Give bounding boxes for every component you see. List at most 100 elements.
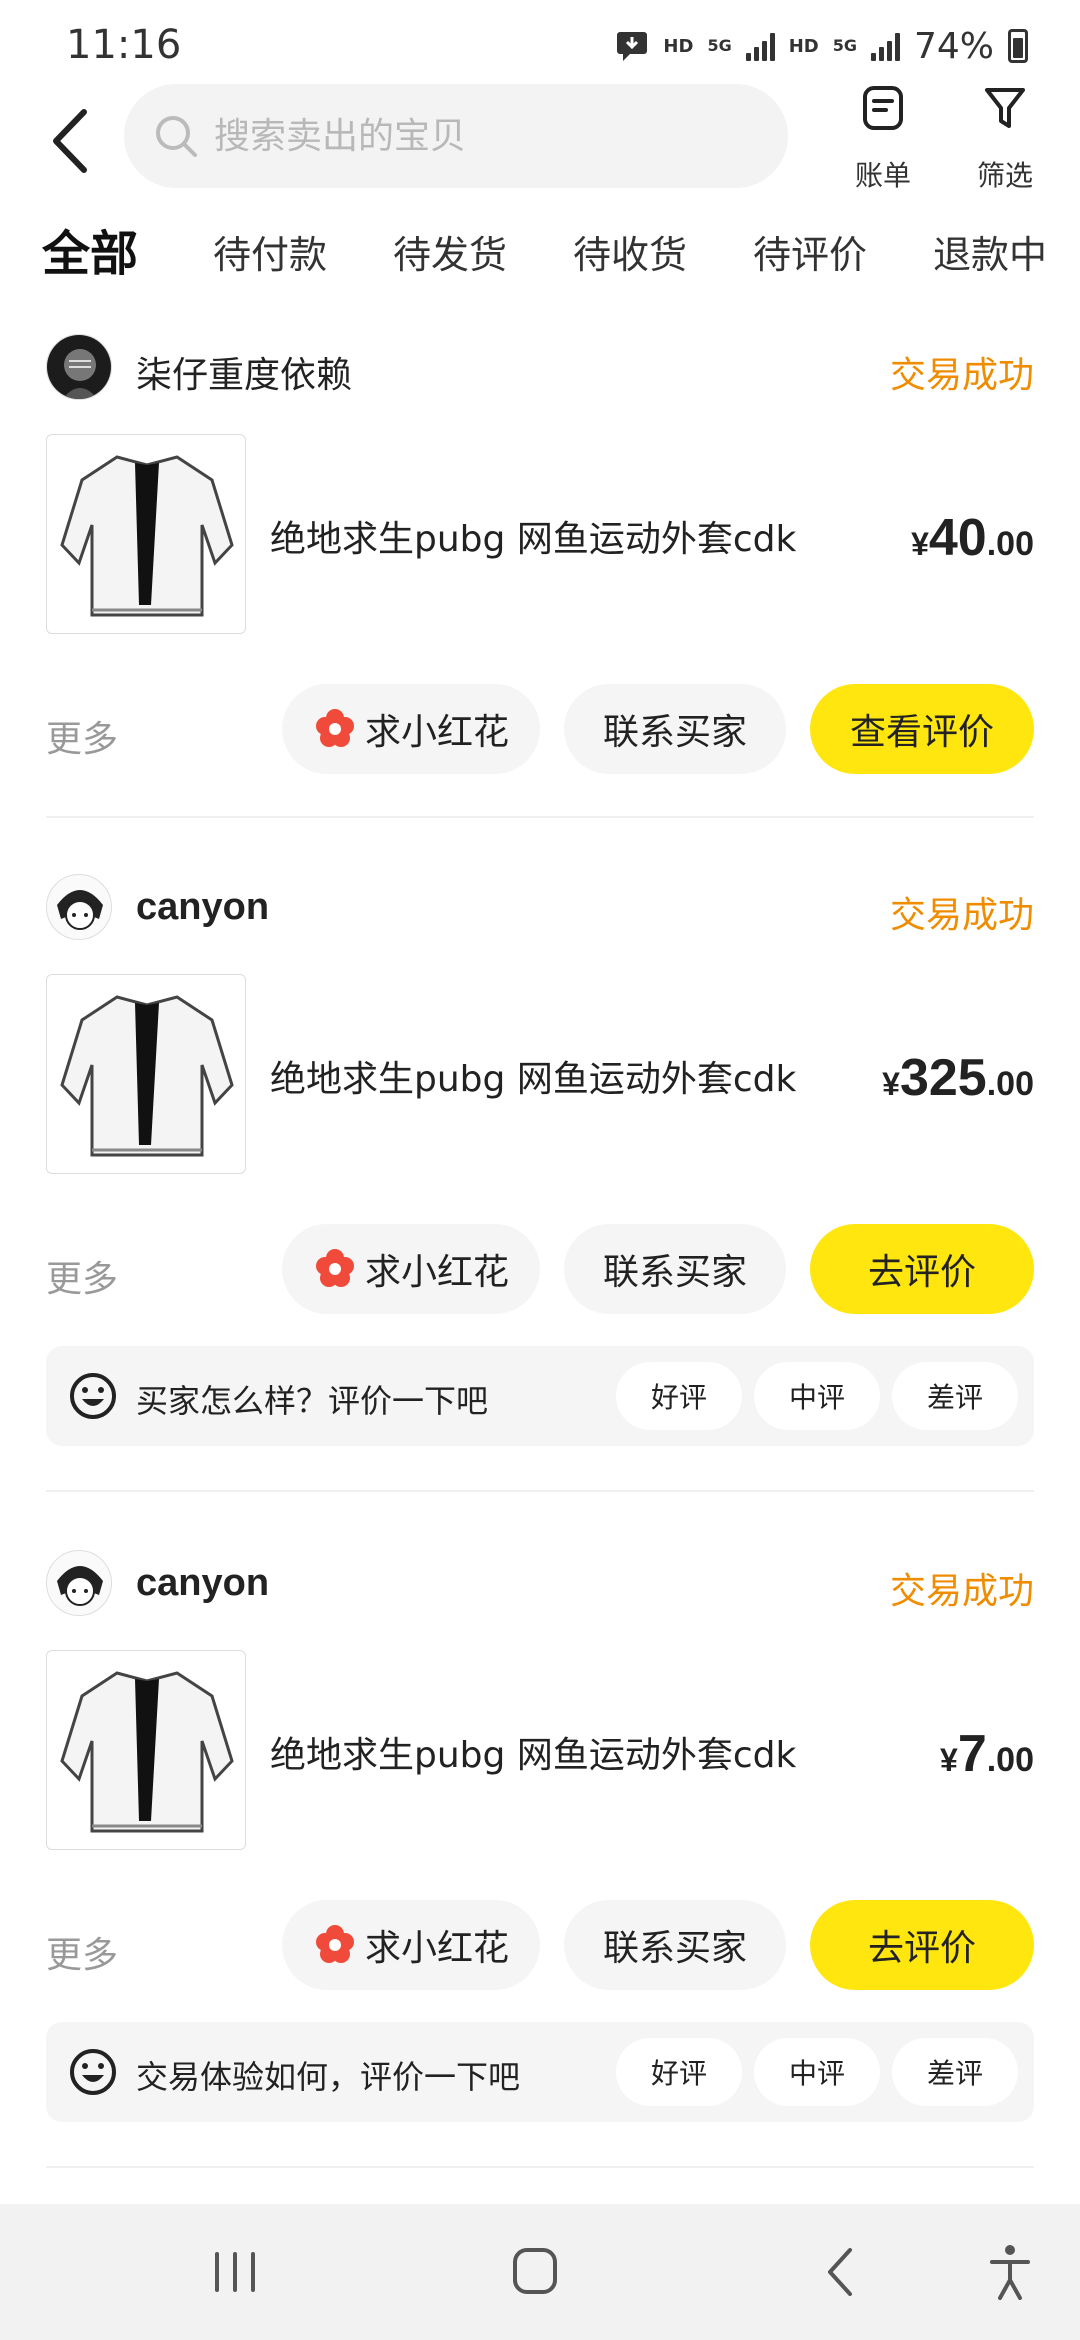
status-tabs: 全部 待付款 待发货 待收货 待评价 退款中 <box>0 212 1080 302</box>
smiley-face-icon <box>70 1373 116 1419</box>
buyer-name: 柒仔重度依赖 <box>136 355 353 396</box>
ask-flower-label: 求小红花 <box>364 712 509 753</box>
signal-icon-2 <box>870 31 900 61</box>
flower-icon <box>315 1249 354 1287</box>
contact-buyer-button[interactable]: 联系买家 <box>564 684 786 774</box>
contact-buyer-button[interactable]: 联系买家 <box>564 1224 786 1314</box>
buyer-row[interactable]: canyon 交易成功 <box>46 1548 1034 1620</box>
ask-flower-button[interactable]: 求小红花 <box>282 1224 540 1314</box>
ask-flower-button[interactable]: 求小红花 <box>282 1900 540 1990</box>
buyer-row[interactable]: canyon 交易成功 <box>46 872 1034 944</box>
avatar <box>46 1550 112 1616</box>
product-thumbnail[interactable] <box>46 434 246 634</box>
price-currency: ¥ <box>940 1742 958 1778</box>
order-card: 柒仔重度依赖 交易成功 绝地求生pubg 网鱼运动外套cdk ¥40.00 更多… <box>0 332 1080 822</box>
recent-apps-icon[interactable] <box>195 2242 275 2302</box>
smiley-face-icon <box>70 2049 116 2095</box>
hd-label-2: HD <box>788 35 819 57</box>
price: ¥7.00 <box>940 1724 1034 1784</box>
review-prompt: 买家怎么样？评价一下吧 <box>136 1382 489 1420</box>
rate-bad-button[interactable]: 差评 <box>892 1362 1018 1430</box>
filter-button[interactable]: 筛选 <box>955 84 1055 194</box>
ask-flower-label: 求小红花 <box>364 1252 509 1293</box>
price-integer: 40 <box>928 509 987 567</box>
product-title[interactable]: 绝地求生pubg 网鱼运动外套cdk <box>270 1050 796 1102</box>
price-decimal: .00 <box>986 1065 1034 1103</box>
message-notification-icon <box>617 32 648 61</box>
order-card: canyon 交易成功 绝地求生pubg 网鱼运动外套cdk ¥325.00 更… <box>0 872 1080 1492</box>
network-type-1: 5G <box>707 36 732 55</box>
network-type-2: 5G <box>832 36 857 55</box>
more-link[interactable]: 更多 <box>46 710 118 762</box>
rate-good-button[interactable]: 好评 <box>616 2038 742 2106</box>
search-input[interactable] <box>214 115 734 157</box>
status-icons: HD 5G HD 5G 74% <box>615 24 1028 68</box>
status-bar: 11:16 HD 5G HD 5G 74% <box>0 0 1080 90</box>
quick-review-bar: 买家怎么样？评价一下吧 好评 中评 差评 <box>46 1346 1034 1446</box>
status-time: 11:16 <box>66 22 182 68</box>
write-review-button[interactable]: 去评价 <box>810 1900 1034 1990</box>
view-review-button[interactable]: 查看评价 <box>810 684 1034 774</box>
review-prompt: 交易体验如何，评价一下吧 <box>136 2058 521 2096</box>
ask-flower-button[interactable]: 求小红花 <box>282 684 540 774</box>
hd-label-1: HD <box>663 35 694 57</box>
bill-label: 账单 <box>854 159 911 192</box>
back-nav-icon[interactable] <box>800 2242 880 2302</box>
rate-neutral-button[interactable]: 中评 <box>754 2038 880 2106</box>
product-title[interactable]: 绝地求生pubg 网鱼运动外套cdk <box>270 510 796 562</box>
header: 账单 筛选 <box>0 84 1080 204</box>
rate-neutral-button[interactable]: 中评 <box>754 1362 880 1430</box>
tab-pending-review[interactable]: 待评价 <box>753 224 867 279</box>
divider <box>46 816 1034 818</box>
rate-bad-button[interactable]: 差评 <box>892 2038 1018 2106</box>
tab-pending-receipt[interactable]: 待收货 <box>573 224 687 279</box>
back-icon[interactable] <box>46 106 96 176</box>
more-link[interactable]: 更多 <box>46 1250 118 1302</box>
filter-icon <box>985 88 1025 128</box>
tab-all[interactable]: 全部 <box>37 214 143 284</box>
product-title[interactable]: 绝地求生pubg 网鱼运动外套cdk <box>270 1726 796 1778</box>
buyer-row[interactable]: 柒仔重度依赖 交易成功 <box>46 332 1034 404</box>
price-integer: 7 <box>957 1725 987 1783</box>
signal-icon-1 <box>745 31 775 61</box>
price: ¥40.00 <box>911 508 1034 568</box>
buyer-name: canyon <box>136 1562 270 1604</box>
price-decimal: .00 <box>986 1741 1034 1779</box>
home-icon[interactable] <box>495 2242 575 2302</box>
ask-flower-label: 求小红花 <box>364 1928 509 1969</box>
divider <box>46 2166 1034 2168</box>
avatar <box>46 874 112 940</box>
battery-icon <box>1008 29 1028 63</box>
accessibility-icon[interactable] <box>970 2242 1050 2302</box>
order-status: 交易成功 <box>889 895 1034 936</box>
bill-button[interactable]: 账单 <box>833 84 933 194</box>
price-decimal: .00 <box>986 525 1034 563</box>
battery-percent: 74% <box>913 25 994 67</box>
product-thumbnail[interactable] <box>46 974 246 1174</box>
more-link[interactable]: 更多 <box>46 1926 118 1978</box>
avatar <box>46 334 112 400</box>
search-icon <box>156 116 197 157</box>
price: ¥325.00 <box>882 1048 1034 1108</box>
order-status: 交易成功 <box>889 355 1034 396</box>
divider <box>46 1490 1034 1492</box>
quick-review-bar: 交易体验如何，评价一下吧 好评 中评 差评 <box>46 2022 1034 2122</box>
contact-buyer-button[interactable]: 联系买家 <box>564 1900 786 1990</box>
tab-refunding[interactable]: 退款中 <box>933 224 1047 279</box>
flower-icon <box>315 709 354 747</box>
product-thumbnail[interactable] <box>46 1650 246 1850</box>
write-review-button[interactable]: 去评价 <box>810 1224 1034 1314</box>
search-box[interactable] <box>124 84 788 188</box>
system-nav-bar <box>0 2204 1080 2340</box>
price-integer: 325 <box>899 1049 987 1107</box>
tab-pending-shipment[interactable]: 待发货 <box>393 224 507 279</box>
price-currency: ¥ <box>882 1066 900 1102</box>
flower-icon <box>315 1925 354 1963</box>
tab-pending-payment[interactable]: 待付款 <box>213 224 327 279</box>
rate-good-button[interactable]: 好评 <box>616 1362 742 1430</box>
filter-label: 筛选 <box>976 159 1033 192</box>
bill-icon <box>863 86 903 130</box>
order-card: canyon 交易成功 绝地求生pubg 网鱼运动外套cdk ¥7.00 更多 … <box>0 1548 1080 2168</box>
order-status: 交易成功 <box>889 1571 1034 1612</box>
price-currency: ¥ <box>911 526 929 562</box>
